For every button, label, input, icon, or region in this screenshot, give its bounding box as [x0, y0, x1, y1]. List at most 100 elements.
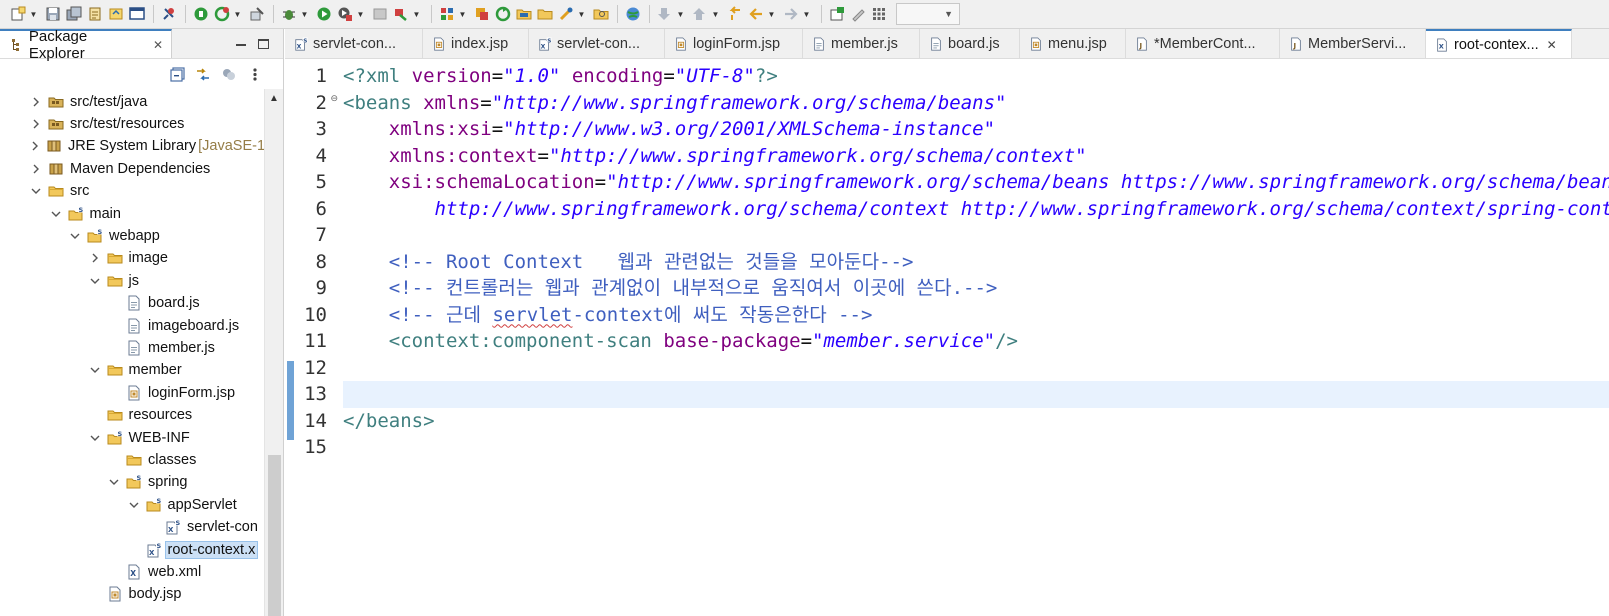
link-editor-icon[interactable]	[195, 66, 211, 82]
dropdown-caret-icon[interactable]: ▼	[356, 5, 365, 24]
tree-item[interactable]: imageboard.js	[0, 314, 264, 337]
dropdown-caret-icon[interactable]: ▼	[711, 5, 720, 24]
code-line[interactable]: xsi:schemaLocation="http://www.springfra…	[343, 169, 1609, 196]
tree-item[interactable]: X Sroot-context.x	[0, 538, 264, 561]
code-line[interactable]: xmlns:context="http://www.springframewor…	[343, 143, 1609, 170]
dropdown-caret-icon[interactable]: ▼	[412, 5, 421, 24]
save-all-icon[interactable]	[64, 5, 83, 24]
chevron-down-icon[interactable]	[30, 185, 42, 197]
editor-tab[interactable]: X Sservlet-con...	[529, 29, 665, 58]
maximize-icon[interactable]	[258, 38, 269, 49]
tree-item[interactable]: Xweb.xml	[0, 560, 264, 583]
editor-tab[interactable]: board.js	[920, 29, 1020, 58]
editor-tab[interactable]: loginForm.jsp	[665, 29, 803, 58]
code-line[interactable]: <context:component-scan base-package="me…	[343, 328, 1609, 355]
open-type-icon[interactable]	[535, 5, 554, 24]
chevron-right-icon[interactable]	[30, 118, 42, 130]
editor-tab[interactable]: J *MemberCont...	[1126, 29, 1280, 58]
tree-item[interactable]: S WEB-INF	[0, 426, 264, 449]
perspective-icon[interactable]	[869, 5, 888, 24]
dropdown-caret-icon[interactable]: ▼	[300, 5, 309, 24]
console-icon[interactable]	[127, 5, 146, 24]
dropdown-caret-icon[interactable]: ▼	[577, 5, 586, 24]
code-area[interactable]: <?xml version="1.0" encoding="UTF-8"?> <b…	[343, 59, 1609, 616]
code-line[interactable]	[343, 222, 1609, 249]
editor-tab[interactable]: member.js	[803, 29, 920, 58]
tree-item[interactable]: board.js	[0, 292, 264, 315]
tree-item[interactable]: js	[0, 269, 264, 292]
code-line[interactable]	[343, 355, 1609, 382]
code-line[interactable]: </beans>	[343, 408, 1609, 435]
code-line[interactable]: <beans xmlns="http://www.springframework…	[343, 90, 1609, 117]
tree-item[interactable]: Sspring	[0, 471, 264, 494]
tree-item[interactable]: Maven Dependencies	[0, 157, 264, 180]
editor-tab[interactable]: index.jsp	[423, 29, 529, 58]
pin-icon[interactable]	[159, 5, 178, 24]
code-line[interactable]	[343, 434, 1609, 461]
debug-icon[interactable]	[279, 5, 298, 24]
globe-icon[interactable]	[623, 5, 642, 24]
forward-icon[interactable]	[781, 5, 800, 24]
toolbar-combo[interactable]: ▼	[896, 3, 960, 25]
coverage-icon[interactable]	[370, 5, 389, 24]
chevron-down-icon[interactable]	[128, 499, 140, 511]
dropdown-caret-icon[interactable]: ▼	[767, 5, 776, 24]
chevron-right-icon[interactable]	[89, 252, 101, 264]
minimize-icon[interactable]	[236, 43, 246, 46]
chevron-right-icon[interactable]	[30, 140, 40, 152]
pen-icon[interactable]	[848, 5, 867, 24]
run-icon[interactable]	[314, 5, 333, 24]
search-icon[interactable]	[591, 5, 610, 24]
deploy-icon[interactable]	[247, 5, 266, 24]
chevron-right-icon[interactable]	[30, 163, 42, 175]
stop-icon[interactable]	[191, 5, 210, 24]
dropdown-caret-icon[interactable]: ▼	[676, 5, 685, 24]
code-line[interactable]: <!-- 컨트롤러는 웹과 관계없이 내부적으로 움직여서 이곳에 쓴다.-->	[343, 275, 1609, 302]
open-folder-icon[interactable]	[514, 5, 533, 24]
chevron-down-icon[interactable]	[89, 364, 101, 376]
code-line[interactable]	[343, 381, 1609, 408]
chevron-right-icon[interactable]	[30, 96, 42, 108]
synchronize-icon[interactable]	[493, 5, 512, 24]
code-line[interactable]: http://www.springframework.org/schema/co…	[343, 196, 1609, 223]
editor-tab[interactable]: Xroot-contex... ✕	[1426, 29, 1572, 58]
filters-icon[interactable]	[221, 66, 237, 82]
scroll-up-icon[interactable]: ▲	[269, 93, 279, 104]
package-explorer-tab[interactable]: Package Explorer ✕	[0, 28, 172, 62]
team-icon[interactable]	[437, 5, 456, 24]
tree-item[interactable]: SappServlet	[0, 493, 264, 516]
save-icon[interactable]	[43, 5, 62, 24]
editor-tab[interactable]: J MemberServi...	[1280, 29, 1426, 58]
dropdown-caret-icon[interactable]: ▼	[802, 5, 811, 24]
tree-item[interactable]: Swebapp	[0, 224, 264, 247]
chevron-down-icon[interactable]	[89, 432, 101, 444]
tree-item[interactable]: loginForm.jsp	[0, 381, 264, 404]
new-window-icon[interactable]	[827, 5, 846, 24]
publish-icon[interactable]	[85, 5, 104, 24]
tree-item[interactable]: src/test/java	[0, 90, 264, 113]
open-task-icon[interactable]	[556, 5, 575, 24]
editor-tab[interactable]: X Sservlet-con...	[285, 29, 423, 58]
tree-item[interactable]: image	[0, 247, 264, 270]
chevron-down-icon[interactable]	[50, 208, 62, 220]
last-edit-icon[interactable]	[725, 5, 744, 24]
refactor-icon[interactable]	[106, 5, 125, 24]
prev-annotation-icon[interactable]	[690, 5, 709, 24]
tree-item[interactable]: member.js	[0, 336, 264, 359]
tree-item[interactable]: X Sservlet-con	[0, 516, 264, 539]
compare-icon[interactable]	[472, 5, 491, 24]
new-icon[interactable]	[8, 5, 27, 24]
editor-tab[interactable]: menu.jsp	[1020, 29, 1126, 58]
tree-item[interactable]: src/test/resources	[0, 112, 264, 135]
tree-item[interactable]: JRE System Library [JavaSE-1	[0, 135, 264, 158]
fold-toggle-icon[interactable]: ⊖	[330, 93, 338, 104]
tree-item[interactable]: Smain	[0, 202, 264, 225]
close-icon[interactable]: ✕	[1547, 38, 1557, 52]
external-tools-icon[interactable]	[391, 5, 410, 24]
collapse-all-icon[interactable]	[169, 66, 185, 82]
tree-scrollbar[interactable]: ▲	[264, 89, 283, 616]
view-menu-icon[interactable]	[247, 66, 263, 82]
next-annotation-icon[interactable]	[655, 5, 674, 24]
chevron-down-icon[interactable]	[69, 230, 81, 242]
code-line[interactable]: <?xml version="1.0" encoding="UTF-8"?>	[343, 63, 1609, 90]
